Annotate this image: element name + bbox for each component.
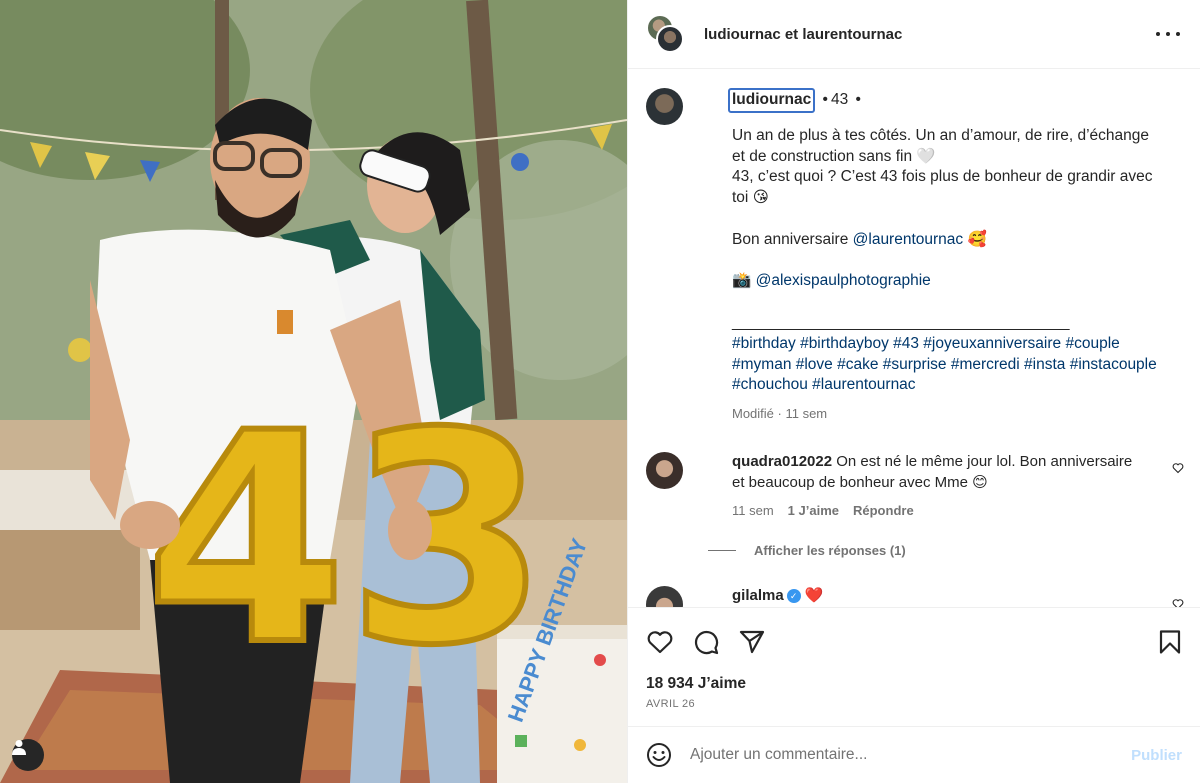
separator: •	[855, 91, 861, 108]
caption-line: Un an de plus à tes côtés. Un an d’amour…	[732, 126, 1150, 144]
show-replies-button[interactable]: Afficher les réponses (1)	[708, 543, 906, 558]
birthday-emoji: 🥰	[967, 230, 987, 248]
verified-icon: ✓	[786, 589, 801, 604]
post-dialog: HAPPY BIRTHDAY 43 ludiournac et laurento…	[0, 0, 1200, 783]
photo-credit-link[interactable]: @alexispaulphotographie	[756, 272, 931, 289]
post-date[interactable]: AVRIL 26	[646, 698, 695, 710]
user-tag-icon	[12, 740, 26, 755]
separator: •	[822, 91, 828, 108]
comment-button[interactable]	[692, 628, 720, 656]
show-replies-label: Afficher les réponses (1)	[754, 543, 906, 558]
mention-link[interactable]: @laurentournac	[853, 231, 964, 248]
more-icon-dot	[1166, 32, 1170, 36]
caption-username[interactable]: ludiournac	[728, 88, 816, 113]
comment-input[interactable]	[690, 746, 1110, 764]
comment-item: gilalma ✓ ❤️	[646, 586, 1186, 607]
comment-time[interactable]: 11 sem	[732, 501, 774, 522]
comments-list[interactable]: ludiournac • 43 • Un an de plus à tes côt…	[628, 70, 1200, 607]
comment-likes[interactable]: 1 J’aime	[788, 501, 839, 522]
hashtags[interactable]: #myman #love #cake #surprise #mercredi #…	[732, 355, 1186, 376]
user-tag-button[interactable]	[12, 739, 44, 771]
comment-text: ❤️	[804, 587, 824, 604]
collab-avatars[interactable]	[644, 13, 686, 55]
more-icon-dot	[1176, 32, 1180, 36]
caption-line: et de construction sans fin 🤍	[732, 147, 936, 165]
reply-button[interactable]: Répondre	[853, 501, 914, 522]
photo-illustration: HAPPY BIRTHDAY 43	[0, 0, 627, 783]
emoji-icon[interactable]	[646, 742, 672, 768]
caption-number: 43	[830, 91, 849, 108]
balloon-43: 43	[145, 372, 549, 709]
avatar	[656, 25, 684, 53]
more-options-button[interactable]	[1156, 24, 1180, 44]
comment-icon	[694, 630, 719, 655]
caption-divider: ________________________________________…	[732, 313, 1069, 331]
hashtags[interactable]: #birthday #birthdayboy #43 #joyeuxannive…	[732, 334, 1186, 355]
avatar[interactable]	[646, 452, 683, 489]
replies-line	[708, 550, 736, 551]
post-caption: ludiournac • 43 • Un an de plus à tes côt…	[646, 88, 1186, 425]
caption-line: 📸 @alexispaulphotographie	[732, 271, 1186, 292]
save-button[interactable]	[1156, 628, 1184, 656]
comment-text: et beaucoup de bonheur avec Mme 😊	[732, 473, 988, 491]
publish-button[interactable]: Publier	[1131, 747, 1182, 764]
post-authors[interactable]: ludiournac et laurentournac	[704, 26, 902, 43]
comment-username[interactable]: quadra012022	[732, 453, 832, 470]
caption-line: 43, c’est quoi ? C’est 43 fois plus de b…	[732, 168, 1153, 186]
comment-item: quadra012022 On est né le même jour lol.…	[646, 452, 1186, 522]
post-photo[interactable]: HAPPY BIRTHDAY 43	[0, 0, 627, 783]
avatar[interactable]	[646, 586, 683, 607]
share-button[interactable]	[738, 628, 766, 656]
caption-line: toi 😘	[732, 189, 769, 207]
save-icon	[1159, 630, 1181, 654]
more-icon	[1156, 32, 1160, 36]
comment-like-icon[interactable]	[1172, 462, 1184, 474]
share-icon	[739, 630, 765, 654]
avatar[interactable]	[646, 88, 683, 125]
comment-text: On est né le même jour lol. Bon annivers…	[836, 453, 1133, 470]
post-actions: 18 934 J’aime AVRIL 26	[628, 607, 1200, 725]
birthday-text: Bon anniversaire	[732, 230, 849, 248]
likes-count[interactable]: 18 934 J’aime	[646, 675, 746, 693]
post-header: ludiournac et laurentournac	[628, 0, 1200, 69]
comment-username[interactable]: gilalma	[732, 587, 784, 604]
like-icon	[647, 631, 673, 654]
camera-emoji: 📸	[732, 272, 752, 290]
modified-time: Modifié · 11 sem	[732, 406, 828, 422]
caption-line: Bon anniversaire @laurentournac 🥰	[732, 230, 1186, 251]
post-side-panel: ludiournac et laurentournac ludiournac •…	[627, 0, 1200, 783]
add-comment-bar: Publier	[628, 726, 1200, 783]
like-button[interactable]	[646, 628, 674, 656]
hashtags[interactable]: #chouchou #laurentournac	[732, 375, 1186, 396]
comment-like-icon[interactable]	[1172, 598, 1184, 607]
